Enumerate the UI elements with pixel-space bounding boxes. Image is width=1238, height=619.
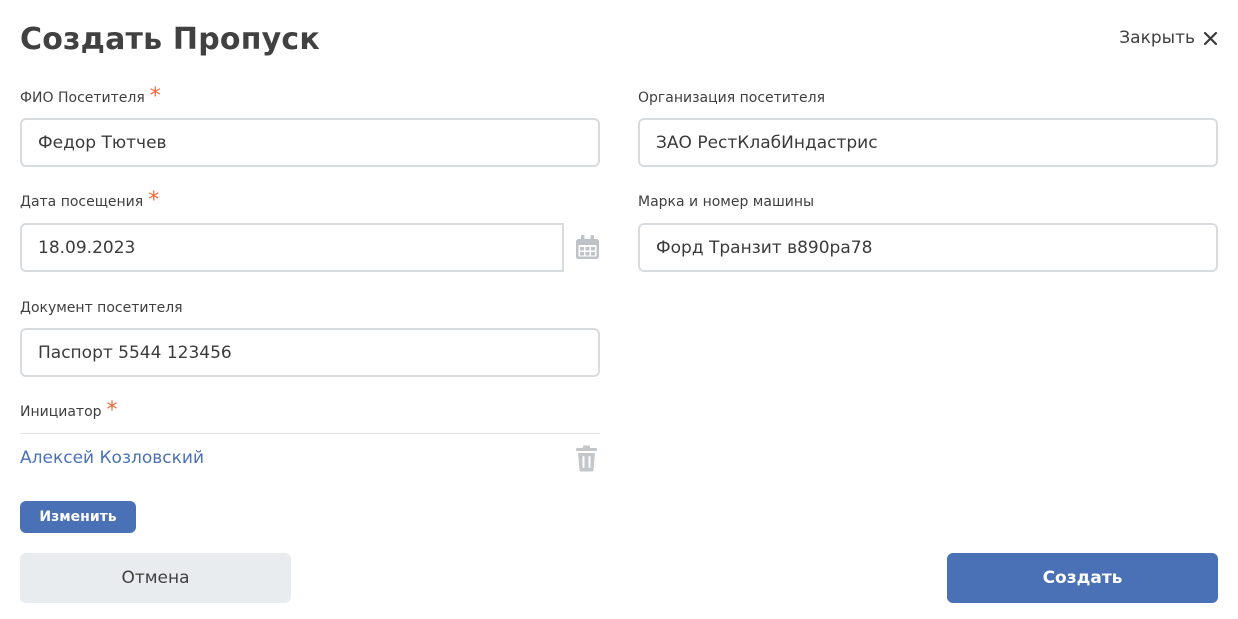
required-mark: * bbox=[106, 398, 118, 423]
document-label-text: Документ посетителя bbox=[20, 300, 183, 316]
document-label: Документ посетителя bbox=[20, 298, 183, 318]
close-icon bbox=[1203, 31, 1218, 45]
visit-date-value: 18.09.2023 bbox=[38, 237, 136, 258]
page-title: Создать Пропуск bbox=[20, 22, 320, 57]
visitor-org-label-text: Организация посетителя bbox=[638, 90, 826, 106]
visitor-name-input[interactable]: Федор Тютчев bbox=[20, 118, 600, 167]
change-initiator-button[interactable]: Изменить bbox=[20, 501, 136, 533]
visitor-org-value: ЗАО РестКлабИндастрис bbox=[656, 132, 878, 153]
create-pass-dialog: Создать Пропуск Закрыть ФИО Посетителя *… bbox=[0, 0, 1238, 619]
visit-date-input[interactable]: 18.09.2023 bbox=[20, 223, 564, 272]
visitor-name-label-text: ФИО Посетителя bbox=[20, 90, 145, 106]
initiator-label-text: Инициатор bbox=[20, 404, 102, 420]
create-button[interactable]: Создать bbox=[947, 553, 1218, 603]
close-button[interactable]: Закрыть bbox=[1119, 26, 1218, 50]
document-value: Паспорт 5544 123456 bbox=[38, 342, 232, 363]
cancel-button[interactable]: Отмена bbox=[20, 553, 291, 603]
car-input[interactable]: Форд Транзит в890ра78 bbox=[638, 223, 1218, 272]
trash-icon[interactable] bbox=[575, 445, 598, 472]
calendar-icon[interactable] bbox=[574, 234, 601, 261]
initiator-link[interactable]: Алексей Козловский bbox=[20, 446, 204, 470]
visit-date-label-text: Дата посещения bbox=[20, 194, 144, 210]
car-label-text: Марка и номер машины bbox=[638, 194, 815, 210]
required-mark: * bbox=[148, 188, 160, 213]
required-mark: * bbox=[149, 84, 161, 109]
divider bbox=[20, 433, 600, 434]
visitor-org-input[interactable]: ЗАО РестКлабИндастрис bbox=[638, 118, 1218, 167]
close-label: Закрыть bbox=[1119, 28, 1195, 48]
visitor-name-value: Федор Тютчев bbox=[38, 132, 167, 153]
visitor-name-label: ФИО Посетителя * bbox=[20, 84, 161, 109]
initiator-label: Инициатор * bbox=[20, 398, 118, 423]
visit-date-label: Дата посещения * bbox=[20, 188, 160, 213]
car-label: Марка и номер машины bbox=[638, 192, 814, 212]
car-value: Форд Транзит в890ра78 bbox=[656, 237, 873, 258]
visitor-org-label: Организация посетителя bbox=[638, 88, 825, 108]
document-input[interactable]: Паспорт 5544 123456 bbox=[20, 328, 600, 377]
